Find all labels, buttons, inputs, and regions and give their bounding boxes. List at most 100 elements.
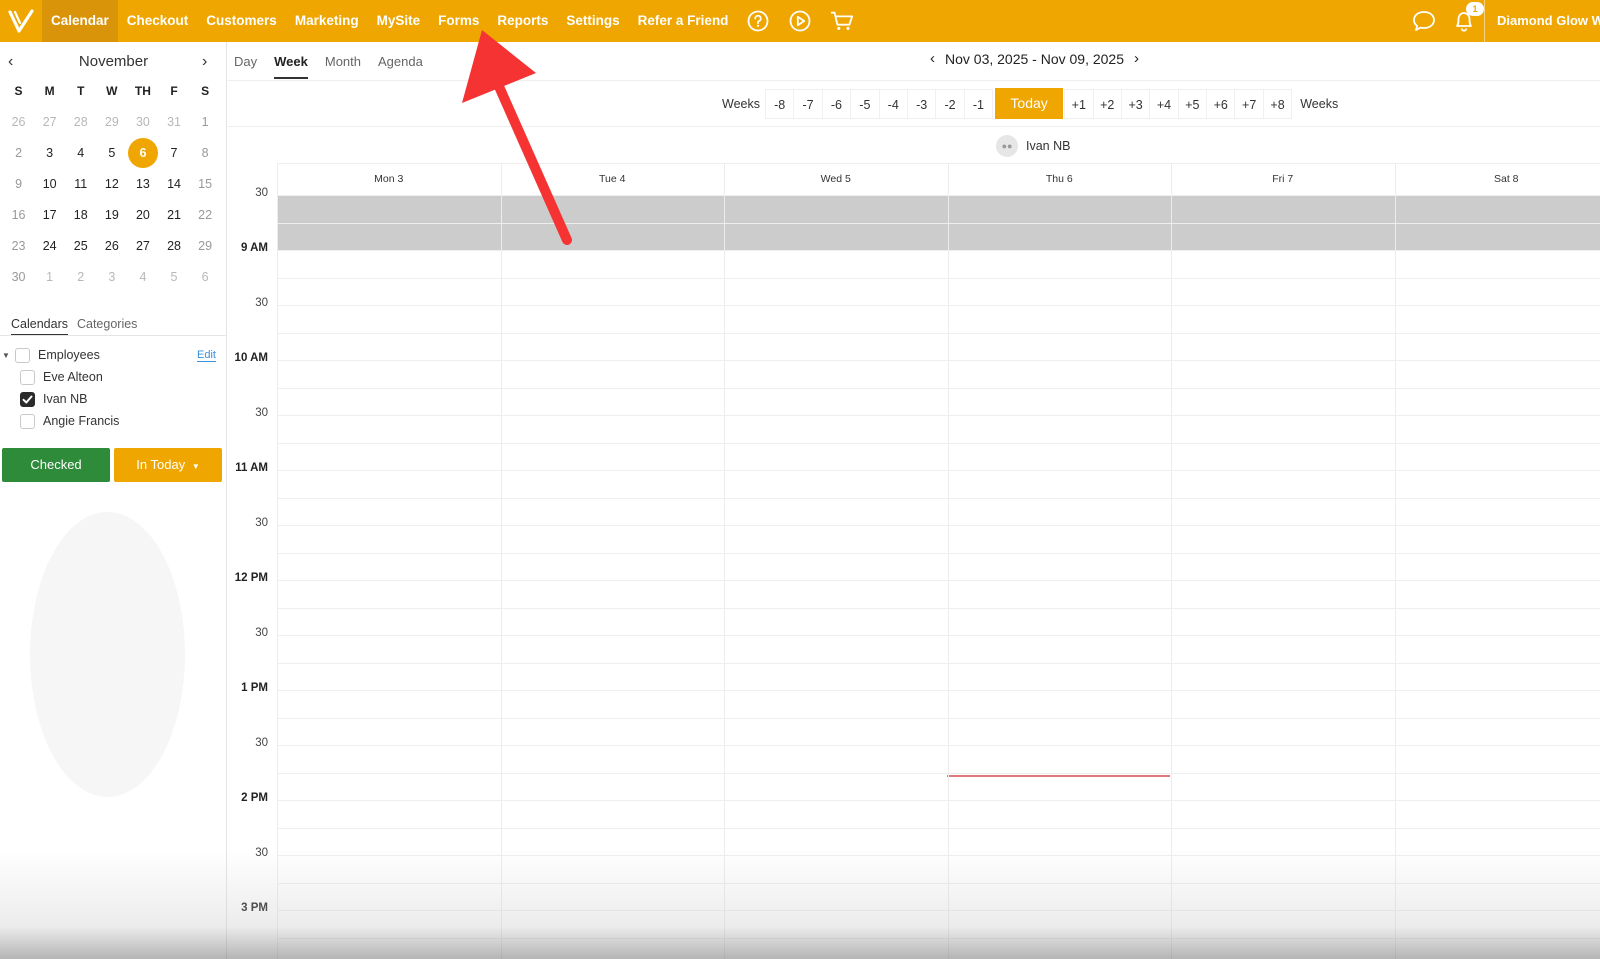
mini-calendar-day[interactable]: 7 [158, 138, 189, 169]
mini-calendar-day[interactable]: 6 [127, 138, 158, 169]
mini-calendar-day[interactable]: 14 [158, 169, 189, 200]
tab-month[interactable]: Month [325, 42, 361, 80]
mini-calendar-day[interactable]: 26 [3, 107, 34, 138]
nav-refer-a-friend[interactable]: Refer a Friend [629, 0, 738, 42]
mini-calendar-day[interactable]: 6 [190, 262, 221, 293]
mini-calendar-day[interactable]: 19 [96, 200, 127, 231]
week-jump-button[interactable]: -1 [963, 88, 994, 119]
week-jump-button[interactable]: +1 [1064, 88, 1094, 119]
mini-calendar-day[interactable]: 26 [96, 231, 127, 262]
mini-calendar-day[interactable]: 30 [127, 107, 158, 138]
week-jump-button[interactable]: -4 [878, 88, 908, 119]
mini-calendar-day[interactable]: 8 [190, 138, 221, 169]
mini-calendar-day[interactable]: 24 [34, 231, 65, 262]
week-jump-button[interactable]: +4 [1149, 88, 1179, 119]
nav-reports[interactable]: Reports [488, 0, 557, 42]
next-week-chevron-icon[interactable]: › [1134, 50, 1139, 67]
week-jump-button[interactable]: +6 [1206, 88, 1236, 119]
notifications-bell-icon[interactable]: 1 [1444, 0, 1484, 42]
mini-calendar-day[interactable]: 9 [3, 169, 34, 200]
employee-row[interactable]: Eve Alteon [0, 367, 227, 387]
week-jump-button[interactable]: -6 [821, 88, 852, 119]
mini-calendar-day[interactable]: 29 [190, 231, 221, 262]
mini-calendar-day[interactable]: 17 [34, 200, 65, 231]
vagaro-logo-icon[interactable] [0, 0, 42, 42]
mini-calendar-day[interactable]: 27 [127, 231, 158, 262]
week-jump-button[interactable]: +8 [1262, 88, 1293, 119]
nav-marketing[interactable]: Marketing [286, 0, 368, 42]
mini-calendar-day[interactable]: 21 [158, 200, 189, 231]
mini-calendar-day[interactable]: 5 [96, 138, 127, 169]
week-jump-button[interactable]: +3 [1120, 88, 1151, 119]
employees-group-checkbox[interactable] [15, 347, 30, 363]
business-name-menu[interactable]: Diamond Glow W [1484, 0, 1600, 42]
nav-checkout[interactable]: Checkout [118, 0, 198, 42]
mini-calendar-day[interactable]: 18 [65, 200, 96, 231]
mini-calendar-day[interactable]: 10 [34, 169, 65, 200]
mini-calendar-day[interactable]: 1 [190, 107, 221, 138]
help-icon[interactable] [746, 0, 770, 42]
nav-mysite[interactable]: MySite [368, 0, 430, 42]
employee-checkbox[interactable] [20, 391, 35, 407]
tab-day[interactable]: Day [234, 42, 257, 80]
week-jump-button[interactable]: -7 [793, 88, 823, 119]
chat-icon[interactable] [1404, 0, 1444, 42]
tab-week[interactable]: Week [274, 42, 308, 79]
week-jump-button[interactable]: +5 [1177, 88, 1208, 119]
mini-calendar-day[interactable]: 29 [96, 107, 127, 138]
mini-calendar-day[interactable]: 1 [34, 262, 65, 293]
mini-calendar-day[interactable]: 4 [127, 262, 158, 293]
edit-employees-link[interactable]: Edit [197, 349, 216, 362]
mini-calendar-day[interactable]: 31 [158, 107, 189, 138]
mini-calendar-day[interactable]: 20 [127, 200, 158, 231]
week-jump-button[interactable]: -3 [906, 88, 937, 119]
day-header[interactable]: Sat 8 [1395, 164, 1600, 195]
nav-forms[interactable]: Forms [429, 0, 488, 42]
employee-checkbox[interactable] [20, 369, 35, 385]
tab-agenda[interactable]: Agenda [378, 42, 423, 80]
mini-calendar-day[interactable]: 16 [3, 200, 34, 231]
mini-calendar-day[interactable]: 22 [190, 200, 221, 231]
tab-calendars[interactable]: Calendars [11, 317, 68, 335]
mini-calendar-day[interactable]: 2 [3, 138, 34, 169]
mini-calendar-day[interactable]: 11 [65, 169, 96, 200]
mini-calendar-day[interactable]: 3 [34, 138, 65, 169]
mini-calendar-day[interactable]: 28 [158, 231, 189, 262]
week-jump-button[interactable]: -2 [935, 88, 965, 119]
mini-calendar-day[interactable]: 23 [3, 231, 34, 262]
caret-down-icon[interactable]: ▼ [2, 351, 12, 360]
mini-calendar-day[interactable]: 5 [158, 262, 189, 293]
week-jump-button[interactable]: -5 [850, 88, 880, 119]
mini-calendar-day[interactable]: 15 [190, 169, 221, 200]
week-jump-button[interactable]: +7 [1234, 88, 1264, 119]
week-jump-button[interactable]: +2 [1092, 88, 1122, 119]
day-header[interactable]: Thu 6 [948, 164, 1172, 195]
prev-week-chevron-icon[interactable]: ‹ [930, 50, 935, 67]
employee-row[interactable]: Angie Francis [0, 411, 227, 431]
nav-settings[interactable]: Settings [557, 0, 628, 42]
employee-row[interactable]: Ivan NB [0, 389, 227, 409]
mini-calendar-day[interactable]: 30 [3, 262, 34, 293]
mini-calendar-day[interactable]: 3 [96, 262, 127, 293]
mini-calendar-day[interactable]: 4 [65, 138, 96, 169]
mini-calendar-day[interactable]: 25 [65, 231, 96, 262]
day-header[interactable]: Tue 4 [501, 164, 725, 195]
today-button[interactable]: Today [995, 88, 1064, 119]
nav-customers[interactable]: Customers [197, 0, 286, 42]
week-grid[interactable] [277, 164, 1600, 959]
tab-categories[interactable]: Categories [77, 317, 137, 335]
employee-checkbox[interactable] [20, 413, 35, 429]
shopping-cart-icon[interactable] [830, 0, 854, 42]
mini-calendar-day[interactable]: 27 [34, 107, 65, 138]
checked-button[interactable]: Checked [2, 448, 110, 482]
week-jump-button[interactable]: -8 [764, 88, 795, 119]
mini-calendar-day[interactable]: 13 [127, 169, 158, 200]
day-header[interactable]: Mon 3 [277, 164, 501, 195]
nav-calendar[interactable]: Calendar [42, 0, 118, 42]
mini-calendar-day[interactable]: 28 [65, 107, 96, 138]
mini-calendar-day[interactable]: 2 [65, 262, 96, 293]
mini-calendar-next-icon[interactable]: › [202, 53, 207, 71]
in-today-dropdown-button[interactable]: In Today ▼ [114, 448, 222, 482]
play-video-icon[interactable] [788, 0, 812, 42]
day-header[interactable]: Fri 7 [1171, 164, 1395, 195]
